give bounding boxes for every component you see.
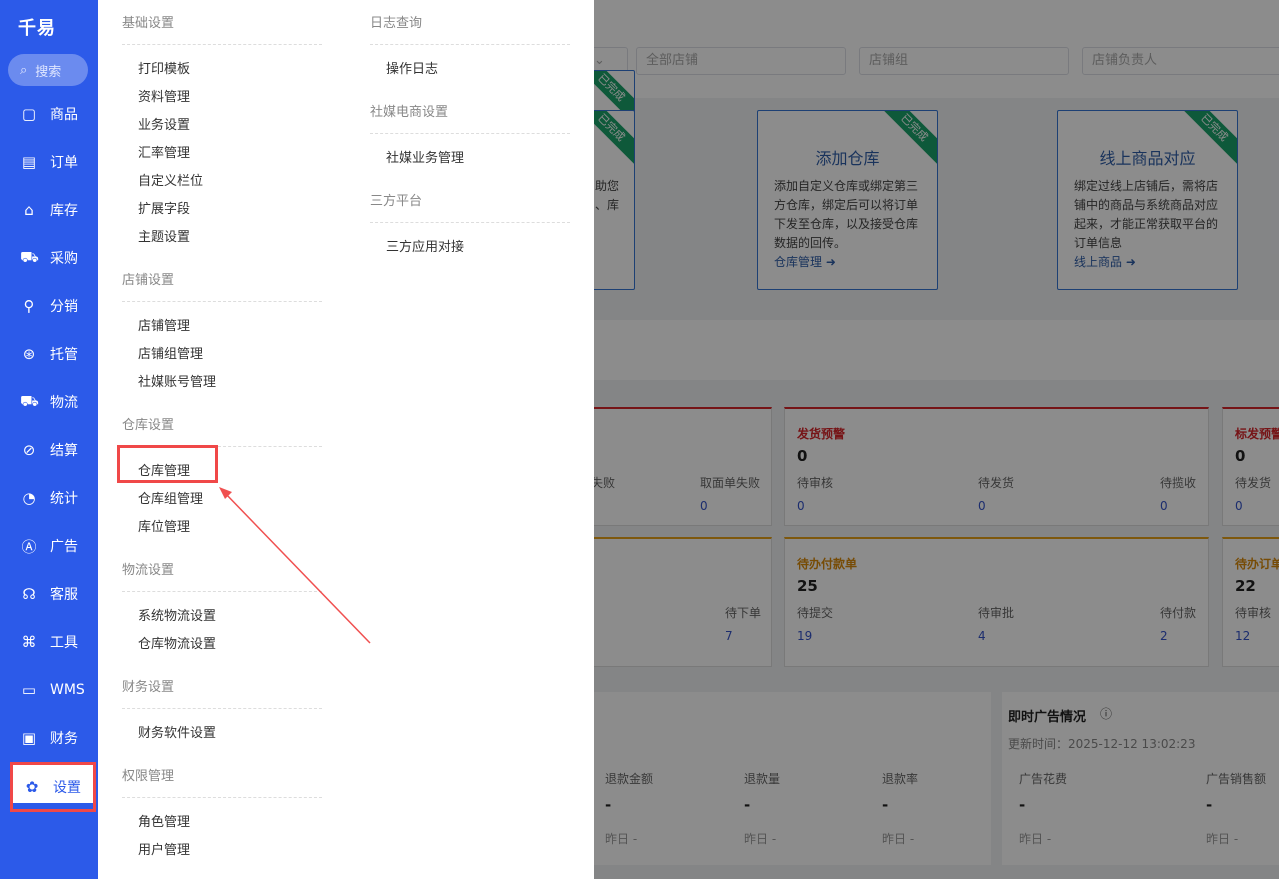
modal-overlay[interactable] [594,0,1279,879]
sidebar-item-14[interactable]: ✿ 设置 [10,762,96,812]
truck-icon: ⛟ [20,392,39,410]
warehouse-icon: ⌂ [24,201,34,219]
sidebar-item-11[interactable]: ⌘ 工具 [0,622,98,662]
sidebar-item-8[interactable]: ◔ 统计 [0,478,98,518]
divider [370,133,570,134]
highlight-box [117,445,218,483]
settings-menu: 基础设置打印模板资料管理业务设置汇率管理自定义栏位扩展字段主题设置店铺设置店铺管… [98,0,594,879]
sidebar-item-label: 统计 [50,491,78,507]
menu-item[interactable]: 仓库物流设置 [138,633,216,652]
hierarchy-icon: ⚲ [23,297,35,315]
sidebar-item-1[interactable]: ▤ 订单 [0,142,98,182]
sidebar-item-label: 商品 [50,107,78,123]
menu-item[interactable]: 社媒业务管理 [386,147,464,166]
sidebar-item-9[interactable]: Ⓐ 广告 [0,526,98,566]
menu-item[interactable]: 汇率管理 [138,142,190,161]
wms-icon: ▭ [21,681,37,699]
pie-icon: ◔ [22,489,36,507]
menu-group-title: 物流设置 [122,563,175,578]
menu-group-title: 三方平台 [370,194,423,209]
sidebar-item-0[interactable]: ▢ 商品 [0,94,98,134]
percent-icon: ⊘ [22,441,36,459]
divider [122,591,322,592]
divider [122,301,322,302]
wallet-icon: ▣ [21,729,37,747]
sidebar-item-12[interactable]: ▭ WMS [0,670,98,710]
sidebar-item-label: 物流 [50,395,78,411]
menu-group-title: 基础设置 [122,16,175,31]
sidebar-item-label: 订单 [50,155,78,171]
menu-item[interactable]: 业务设置 [138,114,190,133]
sidebar-item-label: 财务 [50,731,78,747]
sidebar-item-label: 采购 [50,251,78,267]
sidebar-item-label: 设置 [53,780,81,796]
menu-item[interactable]: 仓库组管理 [138,488,203,507]
sidebar-item-2[interactable]: ⌂ 库存 [0,190,98,230]
menu-item[interactable]: 扩展字段 [138,198,190,217]
menu-group-title: 财务设置 [122,680,175,695]
sidebar-item-5[interactable]: ⊛ 托管 [0,334,98,374]
sidebar-item-label: 库存 [50,203,78,219]
sidebar-item-label: 工具 [50,635,78,651]
menu-item[interactable]: 资料管理 [138,86,190,105]
menu-item[interactable]: 主题设置 [138,226,190,245]
menu-group-title: 社媒电商设置 [370,105,449,120]
sidebar: 千易 ⌕ 搜索 ▢ 商品 ▤ 订单 ⌂ 库存 ⛟ 采购 ⚲ 分销 ⊛ 托管 ⛟ 物流 ⊘ 结算 ◔ 统计 Ⓐ 广告 ☊ 客服… [0,0,98,879]
menu-group-title: 店铺设置 [122,273,175,288]
menu-item[interactable]: 系统物流设置 [138,605,216,624]
menu-item[interactable]: 库位管理 [138,516,190,535]
sidebar-item-label: 客服 [50,587,78,603]
menu-item[interactable]: 自定义栏位 [138,170,203,189]
cart-icon: ⛟ [20,248,39,266]
document-icon: ▤ [21,153,37,171]
command-icon: ⌘ [21,633,37,651]
menu-item[interactable]: 角色管理 [138,811,190,830]
menu-item[interactable]: 社媒账号管理 [138,371,216,390]
sidebar-item-10[interactable]: ☊ 客服 [0,574,98,614]
sidebar-item-7[interactable]: ⊘ 结算 [0,430,98,470]
ad-icon: Ⓐ [21,537,37,556]
sidebar-item-label: WMS [50,682,85,698]
divider [370,44,570,45]
menu-group-title: 日志查询 [370,16,423,31]
search-icon: ⌕ [20,62,28,78]
logo: 千易 [18,18,56,39]
sidebar-item-6[interactable]: ⛟ 物流 [0,382,98,422]
sidebar-item-label: 分销 [50,299,78,315]
menu-item[interactable]: 三方应用对接 [386,236,464,255]
menu-item[interactable]: 财务软件设置 [138,722,216,741]
divider [122,708,322,709]
sidebar-item-label: 结算 [50,443,78,459]
sidebar-item-4[interactable]: ⚲ 分销 [0,286,98,326]
divider [122,797,322,798]
search-button[interactable]: ⌕ 搜索 [8,54,88,86]
sidebar-item-13[interactable]: ▣ 财务 [0,718,98,758]
menu-group-title: 仓库设置 [122,418,175,433]
hosting-icon: ⊛ [22,345,36,363]
menu-group-title: 权限管理 [122,769,175,784]
headset-icon: ☊ [22,585,36,603]
bag-icon: ▢ [21,105,37,123]
divider [122,44,322,45]
menu-item[interactable]: 用户管理 [138,839,190,858]
menu-item[interactable]: 店铺管理 [138,315,190,334]
menu-item[interactable]: 操作日志 [386,58,438,77]
menu-item[interactable]: 打印模板 [138,58,190,77]
sidebar-item-label: 托管 [50,347,78,363]
gear-icon: ✿ [25,778,39,796]
search-label: 搜索 [35,64,62,80]
divider [370,222,570,223]
sidebar-item-3[interactable]: ⛟ 采购 [0,238,98,278]
sidebar-item-label: 广告 [50,539,78,555]
menu-item[interactable]: 店铺组管理 [138,343,203,362]
